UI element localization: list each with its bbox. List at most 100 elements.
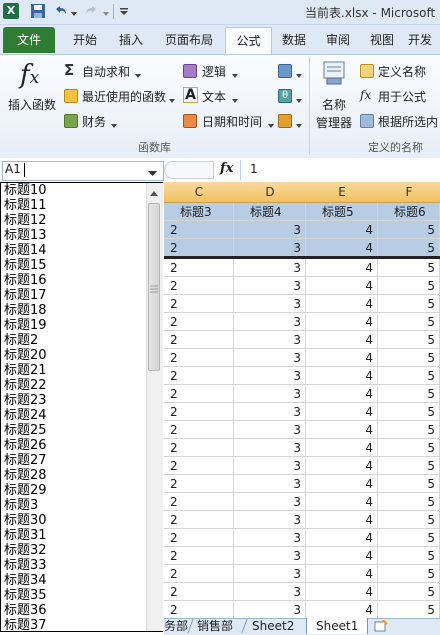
table-cell[interactable]: 2: [164, 511, 234, 529]
financial-button[interactable]: 财务: [64, 113, 122, 131]
autosum-button[interactable]: Σ 自动求和: [64, 61, 144, 81]
scroll-up-icon[interactable]: [150, 186, 158, 200]
selected-cell[interactable]: 3: [234, 239, 306, 257]
table-cell[interactable]: 2: [164, 601, 234, 618]
table-cell[interactable]: 2: [164, 367, 234, 385]
redo-dropdown-icon[interactable]: [102, 7, 110, 16]
dropdown-list-item[interactable]: 标题35: [4, 588, 47, 603]
header-cell[interactable]: 标题3: [164, 203, 234, 221]
column-header-d[interactable]: D: [234, 182, 307, 203]
table-cell[interactable]: 5: [378, 367, 440, 385]
undo-dropdown-icon[interactable]: [70, 7, 78, 16]
table-cell[interactable]: 4: [306, 331, 378, 349]
table-cell[interactable]: 4: [306, 349, 378, 367]
selected-cell[interactable]: 5: [378, 239, 440, 257]
selected-cell[interactable]: 2: [164, 221, 234, 239]
table-cell[interactable]: 5: [378, 439, 440, 457]
dropdown-list-item[interactable]: 标题30: [4, 513, 47, 528]
lookup-reference-button[interactable]: [278, 63, 304, 81]
recent-functions-button[interactable]: 最近使用的函数: [64, 88, 175, 106]
dropdown-list-item[interactable]: 标题23: [4, 393, 47, 408]
table-cell[interactable]: 5: [378, 421, 440, 439]
table-cell[interactable]: 4: [306, 493, 378, 511]
table-cell[interactable]: 2: [164, 565, 234, 583]
table-cell[interactable]: 5: [378, 349, 440, 367]
tab-review[interactable]: 审阅: [320, 27, 356, 53]
column-header-e[interactable]: E: [306, 182, 379, 203]
use-in-formula-button[interactable]: fx 用于公式: [360, 88, 440, 106]
dropdown-list-item[interactable]: 标题26: [4, 438, 47, 453]
dropdown-list-item[interactable]: 标题37: [4, 618, 47, 633]
table-cell[interactable]: 4: [306, 565, 378, 583]
selected-cell[interactable]: 4: [306, 239, 378, 257]
table-cell[interactable]: 2: [164, 475, 234, 493]
table-cell[interactable]: 5: [378, 529, 440, 547]
name-manager-button[interactable]: 名称 管理器: [313, 58, 355, 130]
header-cell[interactable]: 标题4: [234, 203, 306, 221]
save-icon[interactable]: [30, 3, 46, 19]
table-cell[interactable]: 2: [164, 277, 234, 295]
selected-cell[interactable]: 4: [306, 221, 378, 239]
table-cell[interactable]: 3: [234, 403, 306, 421]
table-cell[interactable]: 5: [378, 277, 440, 295]
table-cell[interactable]: 5: [378, 385, 440, 403]
table-cell[interactable]: 5: [378, 457, 440, 475]
logical-button[interactable]: 逻辑: [183, 63, 255, 81]
table-cell[interactable]: 4: [306, 601, 378, 618]
table-cell[interactable]: 5: [378, 259, 440, 277]
column-header-f[interactable]: F: [378, 182, 440, 203]
dropdown-list-item[interactable]: 标题33: [4, 558, 47, 573]
dropdown-list-item[interactable]: 标题22: [4, 378, 47, 393]
table-cell[interactable]: 4: [306, 529, 378, 547]
worksheet-grid[interactable]: C D E F 标题3 标题4 标题5 标题6 2 3 4 5 2 3 4 5 2 3 4 5 2 3 4 5 2 3 4 5 2 3 4 5…: [164, 182, 440, 618]
more-functions-button[interactable]: [278, 113, 304, 131]
dropdown-list-item[interactable]: 标题16: [4, 273, 47, 288]
formula-input[interactable]: 1: [250, 162, 258, 176]
table-cell[interactable]: 3: [234, 493, 306, 511]
table-cell[interactable]: 4: [306, 511, 378, 529]
dropdown-list-item[interactable]: 标题34: [4, 573, 47, 588]
table-cell[interactable]: 3: [234, 565, 306, 583]
table-cell[interactable]: 4: [306, 439, 378, 457]
table-cell[interactable]: 2: [164, 529, 234, 547]
header-cell[interactable]: 标题6: [378, 203, 440, 221]
tab-formulas[interactable]: 公式: [225, 27, 272, 55]
table-cell[interactable]: 5: [378, 313, 440, 331]
table-cell[interactable]: 3: [234, 583, 306, 601]
table-cell[interactable]: 3: [234, 511, 306, 529]
text-button[interactable]: A 文本: [183, 87, 255, 106]
dropdown-list-item[interactable]: 标题25: [4, 423, 47, 438]
selected-cell[interactable]: 3: [234, 221, 306, 239]
table-cell[interactable]: 5: [378, 331, 440, 349]
dropdown-list-item[interactable]: 标题36: [4, 603, 47, 618]
table-cell[interactable]: 2: [164, 583, 234, 601]
table-cell[interactable]: 3: [234, 331, 306, 349]
table-cell[interactable]: 5: [378, 511, 440, 529]
table-cell[interactable]: 2: [164, 331, 234, 349]
table-cell[interactable]: 4: [306, 277, 378, 295]
table-cell[interactable]: 3: [234, 601, 306, 618]
formula-bar-splitter[interactable]: [164, 161, 214, 179]
table-cell[interactable]: 3: [234, 385, 306, 403]
table-cell[interactable]: 3: [234, 475, 306, 493]
dropdown-list-item[interactable]: 标题20: [4, 348, 47, 363]
table-cell[interactable]: 3: [234, 547, 306, 565]
table-cell[interactable]: 3: [234, 367, 306, 385]
dropdown-list-item[interactable]: 标题24: [4, 408, 47, 423]
math-trig-button[interactable]: θ: [278, 88, 304, 106]
table-cell[interactable]: 3: [234, 277, 306, 295]
table-cell[interactable]: 2: [164, 259, 234, 277]
define-name-button[interactable]: 定义名称: [360, 63, 440, 81]
table-cell[interactable]: 2: [164, 295, 234, 313]
table-cell[interactable]: 4: [306, 421, 378, 439]
dropdown-list-item[interactable]: 标题31: [4, 528, 47, 543]
dropdown-list-item[interactable]: 标题27: [4, 453, 47, 468]
dropdown-list-item[interactable]: 标题2: [4, 333, 38, 348]
table-cell[interactable]: 5: [378, 475, 440, 493]
datetime-button[interactable]: 日期和时间: [183, 113, 275, 131]
dropdown-list-item[interactable]: 标题21: [4, 363, 47, 378]
tab-page-layout[interactable]: 页面布局: [158, 27, 220, 53]
table-cell[interactable]: 4: [306, 457, 378, 475]
table-cell[interactable]: 4: [306, 295, 378, 313]
table-cell[interactable]: 3: [234, 439, 306, 457]
